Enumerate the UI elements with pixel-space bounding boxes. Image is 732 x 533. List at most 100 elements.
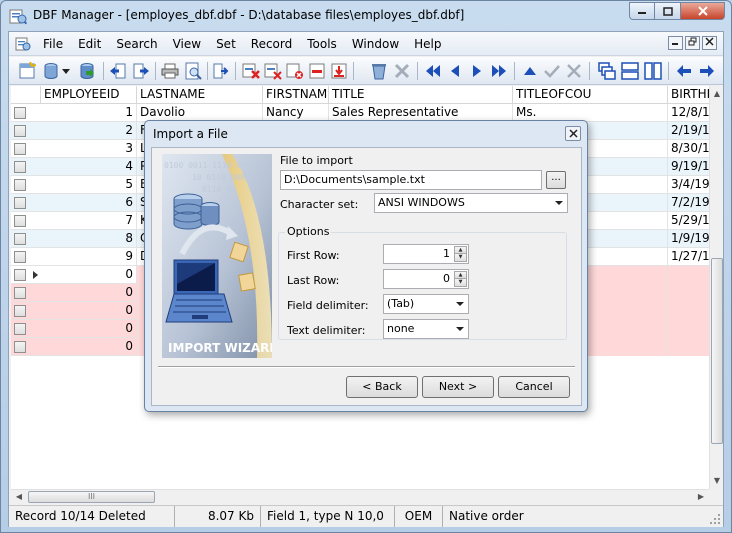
cell-birthd[interactable]: 2/19/19	[668, 122, 709, 140]
cell-employeeid[interactable]: 8	[41, 230, 137, 248]
delete-record-button[interactable]	[241, 61, 261, 81]
browse-button[interactable]: ...	[546, 171, 566, 189]
resize-grip-icon[interactable]	[709, 513, 721, 525]
cell-employeeid[interactable]: 4	[41, 158, 137, 176]
cell-birthd[interactable]	[668, 302, 709, 320]
next-button[interactable]: Next >	[422, 376, 494, 398]
cell-employeeid[interactable]: 0	[41, 302, 137, 320]
cell-employeeid[interactable]: 0	[41, 266, 137, 284]
tile-horizontal-button[interactable]	[620, 61, 640, 81]
horizontal-scroll-thumb[interactable]: III	[28, 491, 155, 503]
back-button[interactable]: < Back	[346, 376, 418, 398]
horizontal-scrollbar[interactable]: ◀ III ▶	[11, 489, 709, 503]
menu-window[interactable]: Window	[352, 37, 399, 51]
row-delete-checkbox[interactable]	[14, 305, 26, 317]
row-delete-checkbox[interactable]	[14, 215, 26, 227]
file-path-input[interactable]: D:\Documents\sample.txt	[280, 170, 542, 190]
cell-birthd[interactable]	[668, 338, 709, 356]
title-bar[interactable]: DBF Manager - [employes_dbf.dbf - D:\dat…	[1, 1, 731, 31]
menu-record[interactable]: Record	[251, 37, 292, 51]
import-button[interactable]	[108, 61, 128, 81]
scroll-left-button[interactable]: ◀	[11, 490, 27, 504]
cell-birthd[interactable]: 1/9/195	[668, 230, 709, 248]
text-delimiter-select[interactable]: none	[383, 319, 469, 339]
close-button[interactable]	[681, 2, 725, 20]
menu-edit[interactable]: Edit	[78, 37, 101, 51]
row-delete-checkbox[interactable]	[14, 341, 26, 353]
row-delete-checkbox[interactable]	[14, 125, 26, 137]
open-dropdown-button[interactable]	[61, 61, 71, 81]
row-delete-checkbox[interactable]	[14, 269, 26, 281]
scroll-right-button[interactable]: ▶	[693, 490, 709, 504]
dialog-close-button[interactable]	[565, 126, 581, 141]
menu-file[interactable]: File	[43, 37, 63, 51]
cascade-button[interactable]	[597, 61, 617, 81]
pack-button[interactable]	[329, 61, 349, 81]
cell-birthd[interactable]	[668, 284, 709, 302]
last-record-button[interactable]	[489, 61, 509, 81]
document-icon[interactable]	[15, 36, 31, 52]
cell-employeeid[interactable]: 5	[41, 176, 137, 194]
spin-up-button[interactable]: ▲	[454, 271, 467, 279]
mdi-restore-button[interactable]	[685, 36, 700, 50]
first-record-button[interactable]	[423, 61, 443, 81]
cell-employeeid[interactable]: 9	[41, 248, 137, 266]
column-header-firstname[interactable]: FIRSTNAME	[263, 86, 329, 104]
print-preview-button[interactable]	[183, 61, 203, 81]
cell-employeeid[interactable]: 1	[41, 104, 137, 122]
cell-birthd[interactable]	[668, 320, 709, 338]
cell-birthd[interactable]: 9/19/19	[668, 158, 709, 176]
print-button[interactable]	[160, 61, 180, 81]
spin-down-button[interactable]: ▼	[454, 254, 467, 262]
save-button[interactable]	[77, 61, 97, 81]
menu-tools[interactable]: Tools	[307, 37, 337, 51]
column-header-title[interactable]: TITLE	[329, 86, 513, 104]
minimize-button[interactable]	[629, 2, 655, 20]
mdi-close-button[interactable]	[702, 36, 717, 50]
exit-button[interactable]	[211, 61, 231, 81]
column-header-employeeid[interactable]: EMPLOYEEID	[41, 86, 137, 104]
mdi-minimize-button[interactable]	[668, 36, 683, 50]
back-button[interactable]	[674, 61, 694, 81]
field-delimiter-select[interactable]: (Tab)	[383, 294, 469, 314]
cancel-button[interactable]: Cancel	[498, 376, 570, 398]
row-delete-checkbox[interactable]	[14, 161, 26, 173]
column-header-titleofcou[interactable]: TITLEOFCOU	[513, 86, 668, 104]
column-header-birthd[interactable]: BIRTHD	[668, 86, 709, 104]
last-row-spinner[interactable]: 0 ▲ ▼	[383, 269, 469, 289]
row-delete-checkbox[interactable]	[14, 197, 26, 209]
scroll-up-button[interactable]: ▲	[710, 86, 724, 102]
cell-employeeid[interactable]: 3	[41, 140, 137, 158]
cell-birthd[interactable]: 5/29/19	[668, 212, 709, 230]
row-delete-checkbox[interactable]	[14, 323, 26, 335]
cell-employeeid[interactable]: 0	[41, 338, 137, 356]
prev-record-button[interactable]	[445, 61, 465, 81]
spin-down-button[interactable]: ▼	[454, 279, 467, 287]
first-row-spinner[interactable]: 1 ▲ ▼	[383, 244, 469, 264]
vertical-scrollbar[interactable]: ▲ ▼	[709, 86, 723, 489]
row-delete-checkbox[interactable]	[14, 107, 26, 119]
tile-vertical-button[interactable]	[643, 61, 663, 81]
remove-deleted-button[interactable]	[307, 61, 327, 81]
recall-record-button[interactable]	[263, 61, 283, 81]
new-table-button[interactable]	[17, 61, 37, 81]
export-button[interactable]	[131, 61, 151, 81]
row-delete-checkbox[interactable]	[14, 179, 26, 191]
cell-employeeid[interactable]: 7	[41, 212, 137, 230]
row-delete-checkbox[interactable]	[14, 287, 26, 299]
forward-button[interactable]	[697, 61, 717, 81]
next-record-button[interactable]	[467, 61, 487, 81]
column-header-lastname[interactable]: LASTNAME	[137, 86, 263, 104]
menu-search[interactable]: Search	[116, 37, 157, 51]
zap-button[interactable]	[285, 61, 305, 81]
menu-view[interactable]: View	[173, 37, 201, 51]
open-table-button[interactable]	[41, 61, 61, 81]
cell-birthd[interactable]	[668, 266, 709, 284]
row-delete-checkbox[interactable]	[14, 143, 26, 155]
cell-birthd[interactable]: 8/30/19	[668, 140, 709, 158]
row-delete-checkbox[interactable]	[14, 251, 26, 263]
cell-birthd[interactable]: 3/4/195	[668, 176, 709, 194]
menu-help[interactable]: Help	[414, 37, 441, 51]
cell-birthd[interactable]: 7/2/196	[668, 194, 709, 212]
vertical-scroll-thumb[interactable]	[711, 258, 723, 444]
